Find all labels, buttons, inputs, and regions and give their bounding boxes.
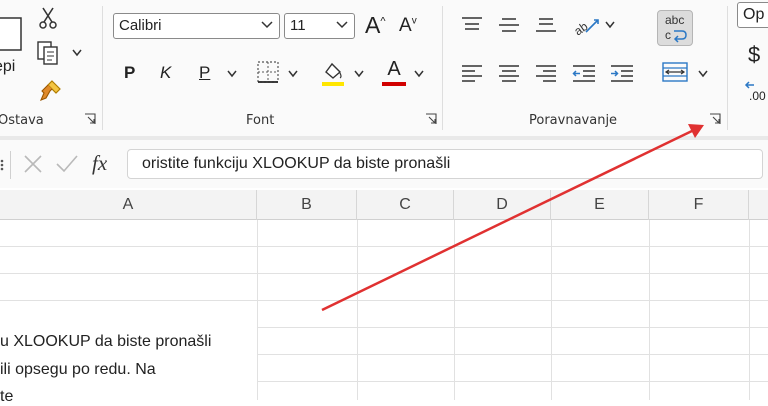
annotation-arrow: [321, 124, 704, 312]
